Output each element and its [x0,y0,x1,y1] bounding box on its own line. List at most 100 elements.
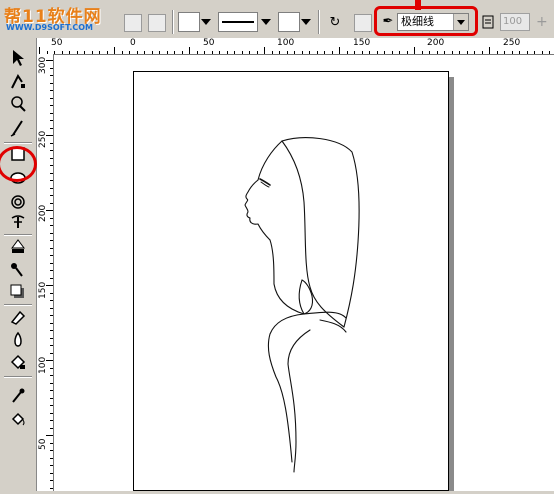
ruler-tick [436,51,438,54]
ruler-tick [50,195,53,196]
ruler-label: 250 [503,38,521,48]
ruler-tick [496,51,498,54]
toolbox-separator [4,234,32,235]
chevron-down-icon[interactable] [201,19,211,25]
ruler-tick [421,51,423,54]
outline-width-value: 极细线 [401,15,434,28]
interactive-fill-tool-icon[interactable] [8,236,28,256]
ruler-tick [84,51,85,54]
ruler-tick [309,51,310,54]
portrait-line-drawing [244,137,360,473]
ruler-tick [50,465,53,466]
ruler-tick [451,51,453,54]
drawing-canvas[interactable] [54,55,554,491]
ruler-tick [226,51,228,54]
number-field[interactable]: 100 [500,13,530,31]
close-curve-icon[interactable]: ↻ [326,14,344,32]
ruler-tick [294,51,295,54]
chevron-down-icon[interactable] [301,19,311,25]
ruler-tick [46,360,53,361]
chevron-down-icon[interactable] [453,14,468,30]
pick-tool-icon[interactable] [8,48,28,68]
start-arrow-selector[interactable] [178,12,200,32]
ruler-tick [526,51,528,54]
outline-width-select[interactable]: 极细线 [397,13,469,31]
ruler-tick [54,51,55,54]
color-picker-tool-icon[interactable] [8,386,28,406]
ruler-tick [50,150,53,151]
ruler-tick [50,390,53,391]
end-arrow-selector[interactable] [278,12,300,32]
site-logo: 帮11软件网 WWW.D9SOFT.COM [2,2,120,34]
ruler-tick [50,90,53,91]
text-tool-icon[interactable] [8,212,28,232]
logo-url: WWW.D9SOFT.COM [6,23,94,32]
auto-close-button[interactable] [354,14,372,32]
artistic-media-tool-icon[interactable] [8,118,28,138]
ruler-tick [376,51,378,54]
ruler-tick [354,51,355,54]
line-style-selector[interactable] [218,12,258,32]
ruler-tick [50,345,53,346]
ruler-tick [50,202,53,204]
ruler-tick [429,51,430,54]
eyedropper-tool-icon[interactable] [8,260,28,280]
ruler-tick [50,247,53,249]
toolbar-separator [172,10,173,34]
horizontal-ruler[interactable]: 50 0 50 100 150 200 250 [37,38,554,55]
ruler-tick [481,51,483,54]
toolbox-separator [4,376,32,377]
ruler-tick [166,51,168,54]
ruler-tick [271,51,273,54]
zoom-tool-icon[interactable] [8,94,28,114]
ruler-tick [50,82,53,84]
ruler-tick [519,51,520,54]
toolbar-separator [318,10,319,34]
ruler-tick [50,217,53,219]
chevron-down-icon[interactable] [261,19,271,25]
ruler-label: 0 [130,38,136,48]
ruler-tick [50,472,53,474]
ruler-tick [50,337,53,339]
ruler-tick [50,165,53,166]
wrap-text-button[interactable] [124,14,142,32]
ruler-tick [384,51,385,54]
ruler-tick [50,480,53,481]
ruler-tick [234,51,235,54]
ruler-tick [39,47,40,54]
ruler-tick [50,120,53,121]
ruler-tick [50,127,53,129]
fill-tool-icon[interactable] [8,330,28,350]
ruler-tick [50,300,53,301]
toolbox-separator [4,304,32,305]
spiral-tool-icon[interactable] [8,192,28,212]
ruler-tick [459,51,460,54]
ruler-tick [129,51,130,54]
to-front-button[interactable] [148,14,166,32]
ruler-label: 50 [38,438,48,450]
ruler-tick [50,142,53,144]
ruler-tick [391,51,393,54]
drawing-page[interactable] [133,71,449,491]
vertical-ruler[interactable]: 300 250 200 150 100 50 [37,54,54,491]
ruler-tick [286,51,288,54]
property-bar: 帮11软件网 WWW.D9SOFT.COM ↻ ✒ 极细线 100 + [0,0,554,39]
ruler-tick [339,47,340,54]
plus-icon[interactable]: + [536,14,548,30]
ruler-tick [159,51,160,54]
ruler-tick [50,277,53,279]
ruler-tick [181,51,183,54]
ruler-label: 50 [51,38,63,48]
outline-pen-tool-icon[interactable] [8,308,28,328]
paint-bucket-tool-icon[interactable] [8,410,28,430]
ruler-tick [46,210,53,211]
ruler-tick [324,51,325,54]
shape-tool-icon[interactable] [8,72,28,92]
wrap-option-button[interactable] [480,14,498,32]
ruler-tick [50,382,53,384]
smart-fill-tool-icon[interactable] [8,352,28,372]
ruler-tick [264,47,265,54]
ruler-tick [76,51,78,54]
ruler-tick [50,352,53,354]
shadow-tool-icon[interactable] [8,282,28,302]
